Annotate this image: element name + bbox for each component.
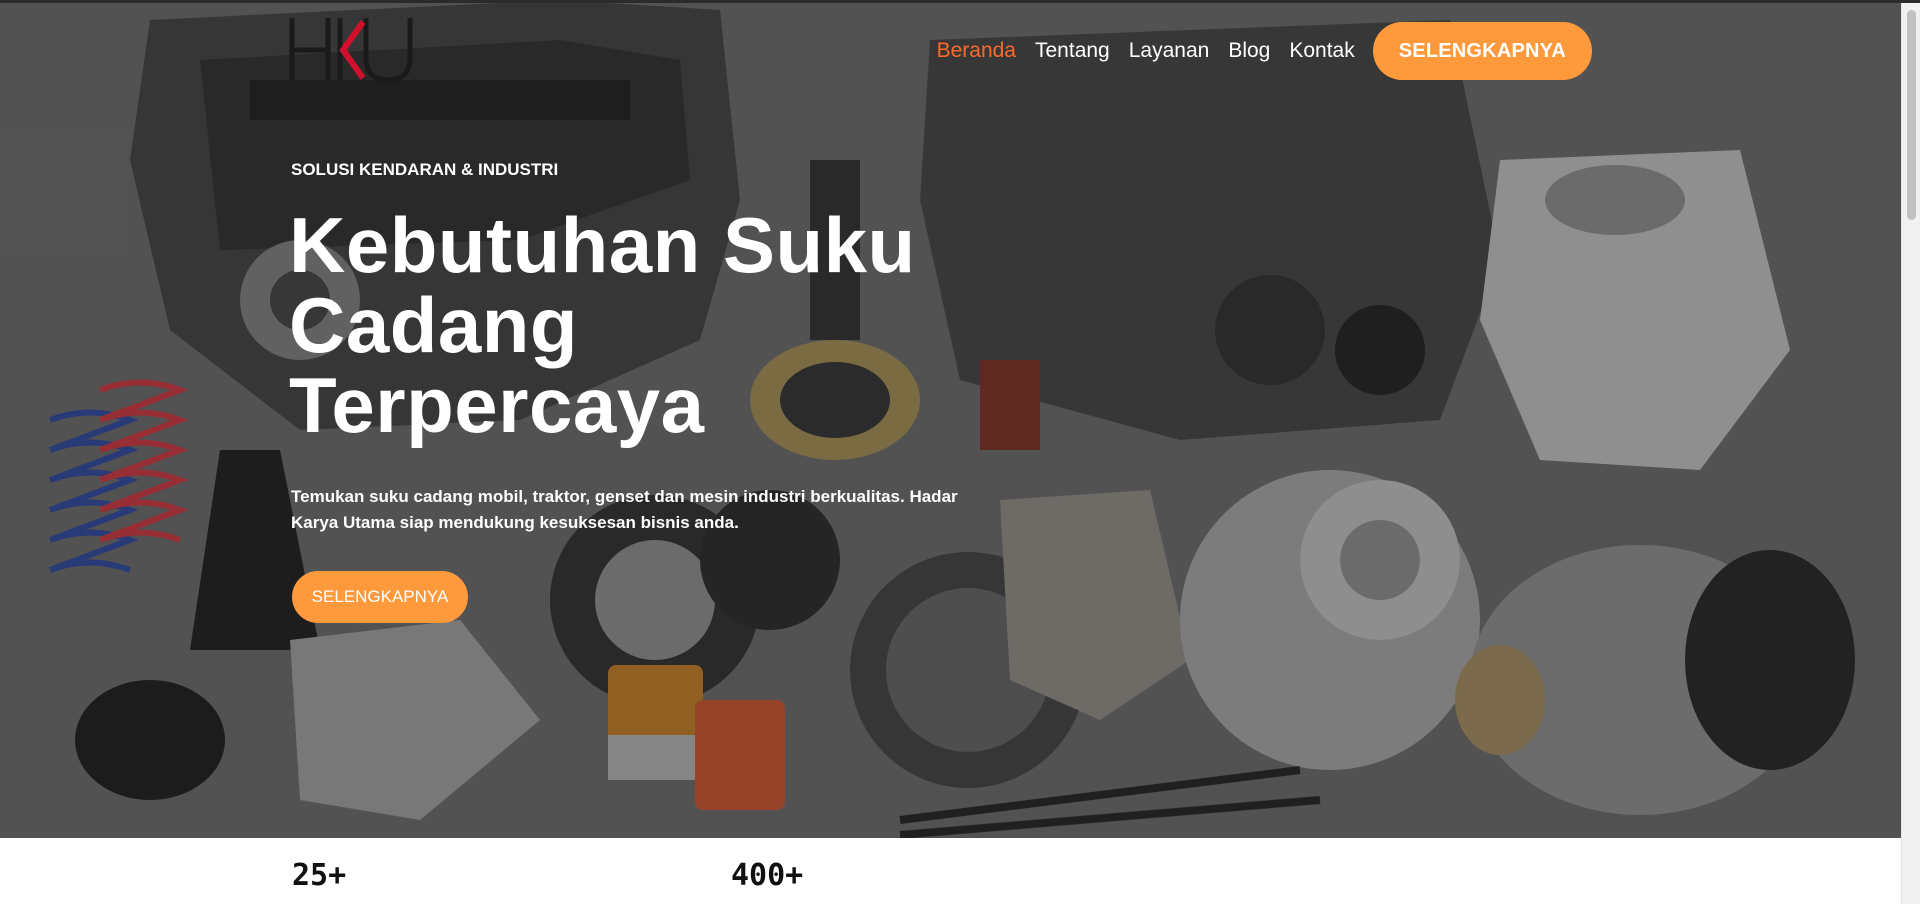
stat-value-products: 400+ [731, 858, 804, 893]
hero-section: Beranda Tentang Layanan Blog Kontak SELE… [0, 0, 1902, 838]
header-cta-button[interactable]: SELENGKAPNYA [1372, 22, 1592, 80]
main-nav: Beranda Tentang Layanan Blog Kontak SELE… [918, 22, 1592, 80]
nav-link-blog[interactable]: Blog [1228, 39, 1270, 63]
nav-link-layanan[interactable]: Layanan [1129, 39, 1210, 63]
top-border [0, 0, 1920, 3]
hero-headline: Kebutuhan Suku Cadang Terpercaya [289, 201, 916, 449]
nav-link-beranda[interactable]: Beranda [937, 39, 1016, 63]
nav-link-kontak[interactable]: Kontak [1289, 39, 1354, 63]
scrollbar[interactable] [1901, 0, 1920, 904]
scrollbar-thumb[interactable] [1907, 10, 1916, 220]
hero-cta-button[interactable]: SELENGKAPNYA [292, 571, 468, 623]
logo-mark[interactable] [288, 14, 428, 86]
stat-value-years: 25+ [292, 858, 347, 893]
nav-link-tentang[interactable]: Tentang [1035, 39, 1110, 63]
hero-description: Temukan suku cadang mobil, traktor, gens… [291, 487, 958, 532]
hero-eyebrow: SOLUSI KENDARAN & INDUSTRI [291, 160, 559, 179]
